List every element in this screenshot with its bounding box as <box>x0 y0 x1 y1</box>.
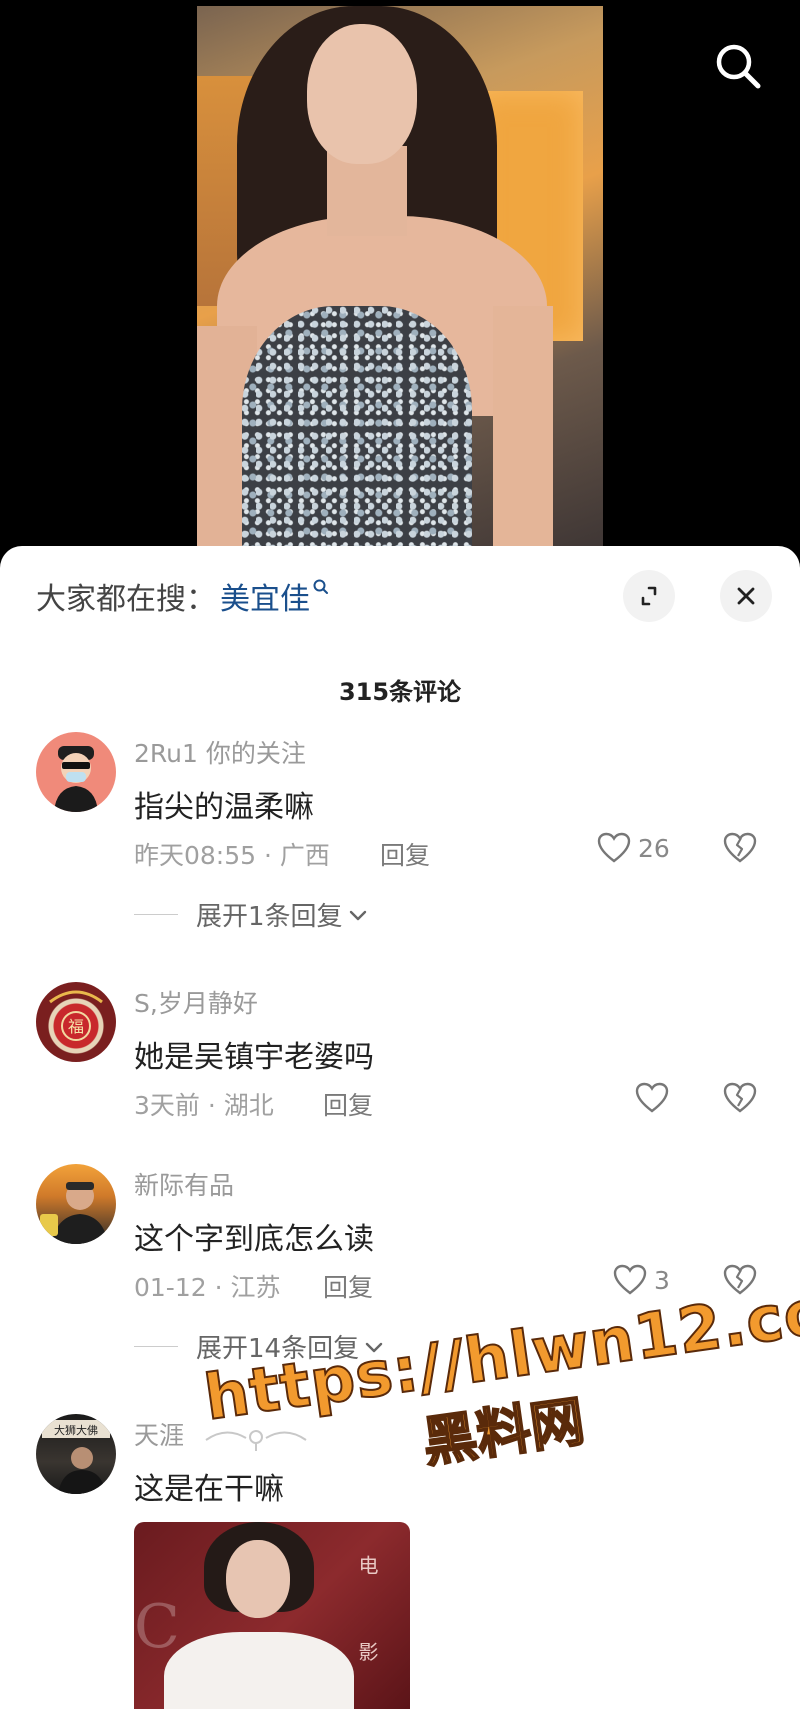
sequin-dress <box>242 306 472 554</box>
comments-sheet: 大家都在搜： 美宜佳 315条评论 2Ru1 你的关注 指尖的温柔嘛 昨天08:… <box>0 546 800 1709</box>
expand-button[interactable] <box>623 570 675 622</box>
broken-heart-icon <box>723 832 757 863</box>
avatar[interactable]: 福 <box>36 982 116 1062</box>
comment-meta: 3天前 · 湖北 <box>134 1091 274 1120</box>
avatar[interactable] <box>36 732 116 812</box>
like-button[interactable]: 3 <box>612 1262 670 1298</box>
heart-icon <box>635 1082 669 1113</box>
close-button[interactable] <box>720 570 772 622</box>
comment-image[interactable]: C 电 影 <box>134 1522 410 1709</box>
comment-username[interactable]: 新际有品 <box>134 1166 234 1202</box>
reply-button[interactable]: 回复 <box>323 1268 373 1304</box>
hot-search-keyword[interactable]: 美宜佳 <box>220 574 310 618</box>
person-arm <box>493 306 553 554</box>
person-face <box>307 24 417 164</box>
close-icon <box>737 587 755 605</box>
comment-text: 她是吴镇宇老婆吗 <box>134 1040 374 1075</box>
hot-search-label: 大家都在搜： <box>36 582 216 617</box>
hot-search-bar[interactable]: 大家都在搜： 美宜佳 <box>36 574 330 618</box>
dislike-button[interactable] <box>722 830 758 866</box>
video-frame[interactable] <box>197 6 603 554</box>
reply-button[interactable]: 回复 <box>380 836 430 872</box>
like-count: 26 <box>638 833 670 863</box>
video-player[interactable] <box>0 0 800 560</box>
svg-text:大狮大佛: 大狮大佛 <box>54 1423 98 1437</box>
dislike-button[interactable] <box>722 1080 758 1116</box>
comment-username[interactable]: 2Ru1 你的关注 <box>134 734 306 770</box>
search-icon <box>313 579 328 594</box>
reply-button[interactable]: 回复 <box>323 1086 373 1122</box>
expand-replies-label: 展开1条回复 <box>196 902 343 932</box>
divider <box>134 1345 178 1348</box>
expand-icon <box>641 586 657 606</box>
comment-meta: 昨天08:55 · 广西 <box>134 841 330 870</box>
username-text: 天涯 <box>134 1421 185 1450</box>
search-icon[interactable] <box>712 40 764 92</box>
comment-text: 这个字到底怎么读 <box>134 1222 374 1257</box>
avatar[interactable]: 大狮大佛 <box>36 1414 116 1494</box>
comment-text: 指尖的温柔嘛 <box>134 790 314 825</box>
expand-replies-button[interactable]: 展开1条回复 <box>134 896 369 933</box>
like-button[interactable] <box>634 1080 670 1116</box>
avatar[interactable] <box>36 1164 116 1244</box>
person-face <box>226 1540 290 1618</box>
like-button[interactable]: 26 <box>596 830 670 866</box>
image-caption: 电 影 <box>355 1554 379 1692</box>
svg-text:福: 福 <box>68 1017 84 1036</box>
comment-username[interactable]: S,岁月静好 <box>134 984 258 1020</box>
heart-icon <box>597 832 631 863</box>
comment-meta: 01-12 · 江苏 <box>134 1273 281 1302</box>
divider <box>134 913 178 916</box>
broken-heart-icon <box>723 1082 757 1113</box>
comment-count: 315条评论 <box>338 678 462 706</box>
chevron-down-icon <box>349 910 366 920</box>
heart-icon <box>613 1264 647 1295</box>
like-count: 3 <box>654 1265 670 1295</box>
